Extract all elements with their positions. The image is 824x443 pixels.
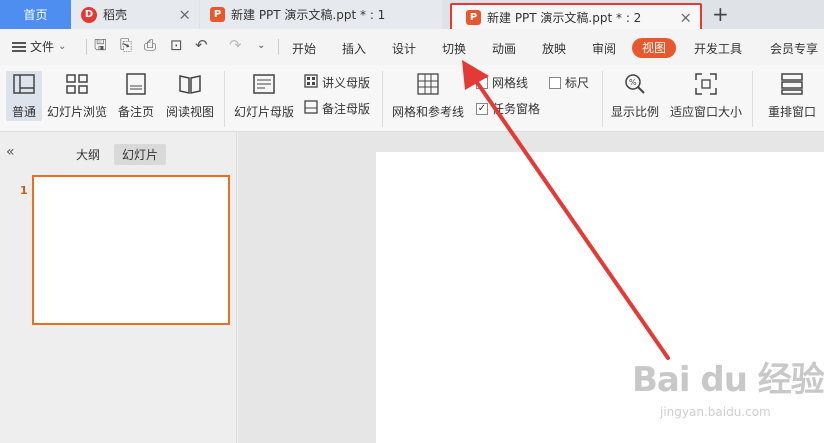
slide-thumbnail[interactable] <box>32 175 230 325</box>
divider <box>752 71 753 127</box>
checkbox-checked-icon: ✓ <box>476 102 488 115</box>
fit-window-icon <box>695 71 717 97</box>
tab-document-2[interactable]: P 新建 PPT 演示文稿.ppt * : 2 × <box>450 3 702 32</box>
slide-sorter-label: 幻灯片浏览 <box>46 105 107 119</box>
divider <box>382 71 383 127</box>
print-icon[interactable]: ⎙ <box>144 38 156 53</box>
ppt-file-icon: P <box>466 10 481 25</box>
export-pdf-icon[interactable]: ⎘ <box>120 38 132 53</box>
notes-master-icon <box>304 100 318 117</box>
save-icon[interactable]: 🖫 <box>94 38 107 53</box>
watermark-logo: Bai du 经验 <box>632 360 824 400</box>
checkbox-unchecked-icon <box>549 76 561 89</box>
hamburger-icon <box>12 41 26 52</box>
menu-transition[interactable]: 切换 <box>442 40 466 57</box>
menu-insert[interactable]: 插入 <box>342 40 366 57</box>
gridlines-label: 网格线 <box>492 76 529 90</box>
tab-document-1[interactable]: P 新建 PPT 演示文稿.ppt * : 1 <box>200 0 442 29</box>
reading-view-label: 阅读视图 <box>165 105 214 119</box>
grid-icon <box>417 71 439 97</box>
ruler-label: 标尺 <box>565 76 590 90</box>
tab-outline[interactable]: 大纲 <box>68 144 108 165</box>
menu-member[interactable]: 会员专享 <box>770 40 818 57</box>
normal-view-button[interactable]: 普通 <box>6 71 42 121</box>
notes-master-label: 备注母版 <box>322 102 371 116</box>
divider <box>278 39 279 55</box>
notes-page-label: 备注页 <box>117 105 154 119</box>
ruler-checkbox[interactable]: 标尺 <box>549 74 589 91</box>
slide-master-label: 幻灯片母版 <box>233 105 294 119</box>
collapse-panel-icon[interactable]: « <box>6 144 15 160</box>
file-menu[interactable]: 文件 ⌄ <box>12 38 66 55</box>
menu-slideshow[interactable]: 放映 <box>542 40 566 57</box>
ribbon: 普通 幻灯片浏览 备注页 阅读视图 幻灯片母版 讲义母版 备注母版 网格和参考线… <box>0 65 824 132</box>
menu-animation[interactable]: 动画 <box>492 40 516 57</box>
fit-window-label: 适应窗口大小 <box>669 105 742 119</box>
menu-review[interactable]: 审阅 <box>592 40 616 57</box>
slide-master-button[interactable]: 幻灯片母版 <box>232 71 296 120</box>
zoom-label: 显示比例 <box>610 105 659 119</box>
tab-daoke-label: 稻壳 <box>103 8 128 22</box>
print-preview-icon[interactable]: ⊡ <box>170 38 183 53</box>
checkbox-unchecked-icon <box>476 76 488 89</box>
arrange-window-label: 重排窗口 <box>767 105 816 119</box>
tab-document-2-label: 新建 PPT 演示文稿.ppt * : 2 <box>487 11 642 25</box>
fit-window-button[interactable]: 适应窗口大小 <box>668 71 744 120</box>
slide-number: 1 <box>20 184 28 197</box>
slide-sorter-button[interactable]: 幻灯片浏览 <box>46 71 108 120</box>
grid-view-icon <box>66 71 88 97</box>
new-tab-icon[interactable]: + <box>712 4 729 24</box>
svg-text:%: % <box>629 78 637 87</box>
normal-view-label: 普通 <box>11 105 36 119</box>
undo-icon[interactable]: ↶ <box>195 38 208 53</box>
slide-master-icon <box>253 71 275 97</box>
handout-master-label: 讲义母版 <box>322 76 371 90</box>
grid-guides-button[interactable]: 网格和参考线 <box>390 71 466 120</box>
tab-bar: 首页 D 稻壳 × P 新建 PPT 演示文稿.ppt * : 1 P 新建 P… <box>0 0 824 32</box>
app-window: 首页 D 稻壳 × P 新建 PPT 演示文稿.ppt * : 1 P 新建 P… <box>0 0 824 443</box>
zoom-icon: % <box>624 71 646 97</box>
notes-page-button[interactable]: 备注页 <box>116 71 156 120</box>
menu-developer[interactable]: 开发工具 <box>694 40 742 57</box>
redo-icon[interactable]: ↷ <box>229 38 242 53</box>
handout-master-icon <box>304 74 318 91</box>
arrange-window-icon <box>781 71 803 97</box>
tab-daoke[interactable]: D 稻壳 × <box>71 0 199 29</box>
menu-start[interactable]: 开始 <box>292 40 316 57</box>
divider <box>602 71 603 127</box>
daoke-logo-icon: D <box>81 6 97 23</box>
reading-view-button[interactable]: 阅读视图 <box>164 71 216 120</box>
watermark-url: jingyan.baidu.com <box>660 405 771 419</box>
grid-guides-label: 网格和参考线 <box>391 105 464 119</box>
gridlines-checkbox[interactable]: 网格线 <box>476 74 528 91</box>
notes-page-icon <box>126 71 146 97</box>
normal-view-icon <box>13 71 35 97</box>
arrange-window-button[interactable]: 重排窗口 <box>760 71 824 120</box>
notes-master-button[interactable]: 备注母版 <box>304 100 370 117</box>
divider <box>86 39 87 55</box>
chevron-down-icon: ⌄ <box>58 41 67 52</box>
task-pane-checkbox[interactable]: ✓ 任务窗格 <box>476 100 540 117</box>
menu-design[interactable]: 设计 <box>392 40 416 57</box>
task-pane-label: 任务窗格 <box>492 102 541 116</box>
more-icon[interactable]: ⌄ <box>257 41 265 51</box>
close-icon[interactable]: × <box>178 7 191 22</box>
tab-document-1-label: 新建 PPT 演示文稿.ppt * : 1 <box>231 8 386 22</box>
close-icon[interactable]: × <box>679 10 692 25</box>
handout-master-button[interactable]: 讲义母版 <box>304 74 370 91</box>
ppt-file-icon: P <box>210 7 225 22</box>
menu-bar: 文件 ⌄ 🖫 ⎘ ⎙ ⊡ ↶ ↷ ⌄ 开始 插入 设计 切换 动画 放映 审阅 … <box>0 29 824 65</box>
tab-slides[interactable]: 幻灯片 <box>114 144 167 165</box>
tab-home[interactable]: 首页 <box>0 0 71 29</box>
tab-home-label: 首页 <box>23 8 48 22</box>
menu-view[interactable]: 视图 <box>632 38 676 58</box>
divider <box>224 71 225 127</box>
zoom-button[interactable]: % 显示比例 <box>610 71 660 120</box>
file-menu-label: 文件 <box>30 40 55 54</box>
book-icon <box>178 71 202 97</box>
slide-panel: « 大纲 幻灯片 1 <box>0 132 237 443</box>
